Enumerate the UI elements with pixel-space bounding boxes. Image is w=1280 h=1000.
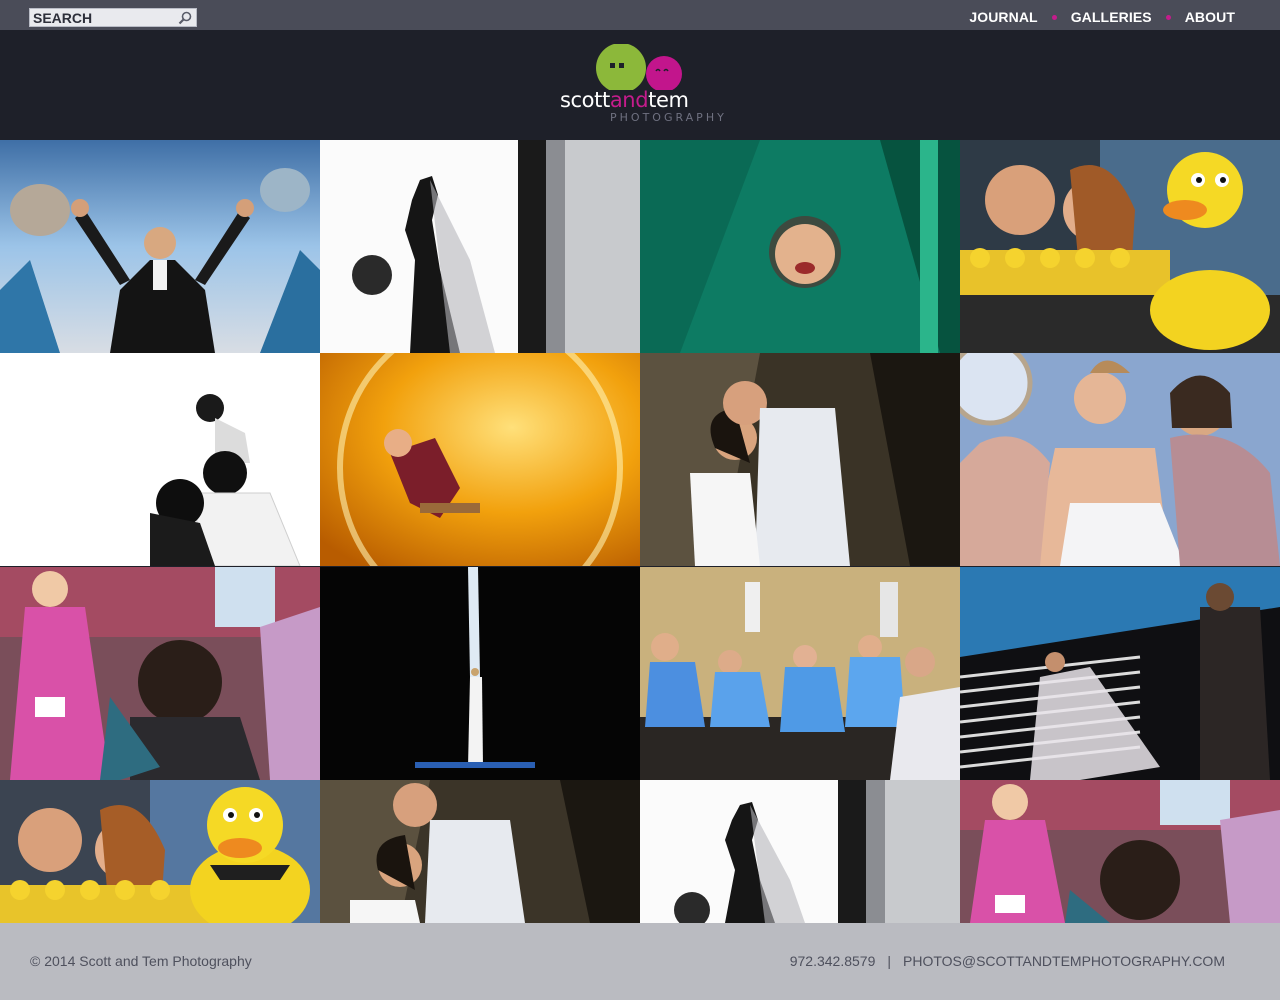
- search-box[interactable]: [29, 8, 197, 27]
- photo-grid: [0, 140, 1280, 923]
- nav-about[interactable]: ABOUT: [1185, 9, 1235, 25]
- photo-family-bw[interactable]: [0, 353, 320, 566]
- photo-bride-staircase[interactable]: [960, 567, 1280, 780]
- photo-bridesmaids-blue[interactable]: [640, 567, 960, 780]
- logo-wordmark: scottandtem: [560, 88, 689, 112]
- photo-couple-embrace[interactable]: [640, 353, 960, 566]
- copyright-text: © 2014 Scott and Tem Photography: [30, 953, 252, 969]
- email-link[interactable]: PHOTOS@SCOTTANDTEMPHOTOGRAPHY.COM: [903, 953, 1225, 969]
- search-icon[interactable]: [177, 10, 193, 26]
- phone-number: 972.342.8579: [789, 953, 876, 969]
- photo-couple-ducks-2[interactable]: [0, 780, 320, 923]
- contact-divider: |: [887, 953, 891, 969]
- logo-subtitle: PHOTOGRAPHY: [610, 111, 727, 124]
- top-bar: JOURNAL GALLERIES ABOUT: [0, 0, 1280, 30]
- photo-groom-mural[interactable]: [0, 140, 320, 353]
- logo-and: and: [609, 88, 649, 112]
- site-footer: © 2014 Scott and Tem Photography 972.342…: [0, 923, 1280, 1000]
- contact-info: 972.342.8579 | PHOTOS@SCOTTANDTEMPHOTOGR…: [790, 953, 1225, 969]
- nav-journal[interactable]: JOURNAL: [969, 9, 1037, 25]
- main-nav: JOURNAL GALLERIES ABOUT: [969, 8, 1235, 26]
- photo-couple-ducks[interactable]: [960, 140, 1280, 353]
- photo-bridesmaid-pink[interactable]: [0, 567, 320, 780]
- photo-bride-silhouette-2[interactable]: [640, 780, 960, 923]
- photo-bride-necklace[interactable]: [960, 353, 1280, 566]
- photo-kid-green-hole[interactable]: [640, 140, 960, 353]
- nav-galleries[interactable]: GALLERIES: [1071, 9, 1152, 25]
- search-input[interactable]: [30, 9, 178, 26]
- nav-separator-dot: [1165, 14, 1171, 20]
- photo-couple-embrace-2[interactable]: [320, 780, 640, 923]
- photo-bride-doorway-dark[interactable]: [320, 567, 640, 780]
- photo-bridesmaid-pink-2[interactable]: [960, 780, 1280, 923]
- logo-tem: tem: [648, 88, 689, 112]
- logo-scott: scott: [560, 88, 610, 112]
- nav-separator-dot: [1051, 14, 1057, 20]
- photo-bride-silhouette[interactable]: [320, 140, 640, 353]
- logo-faces-icon: [596, 43, 682, 93]
- site-logo[interactable]: scottandtem PHOTOGRAPHY: [560, 43, 727, 128]
- site-header: scottandtem PHOTOGRAPHY: [0, 30, 1280, 140]
- photo-girl-yellow-slide[interactable]: [320, 353, 640, 566]
